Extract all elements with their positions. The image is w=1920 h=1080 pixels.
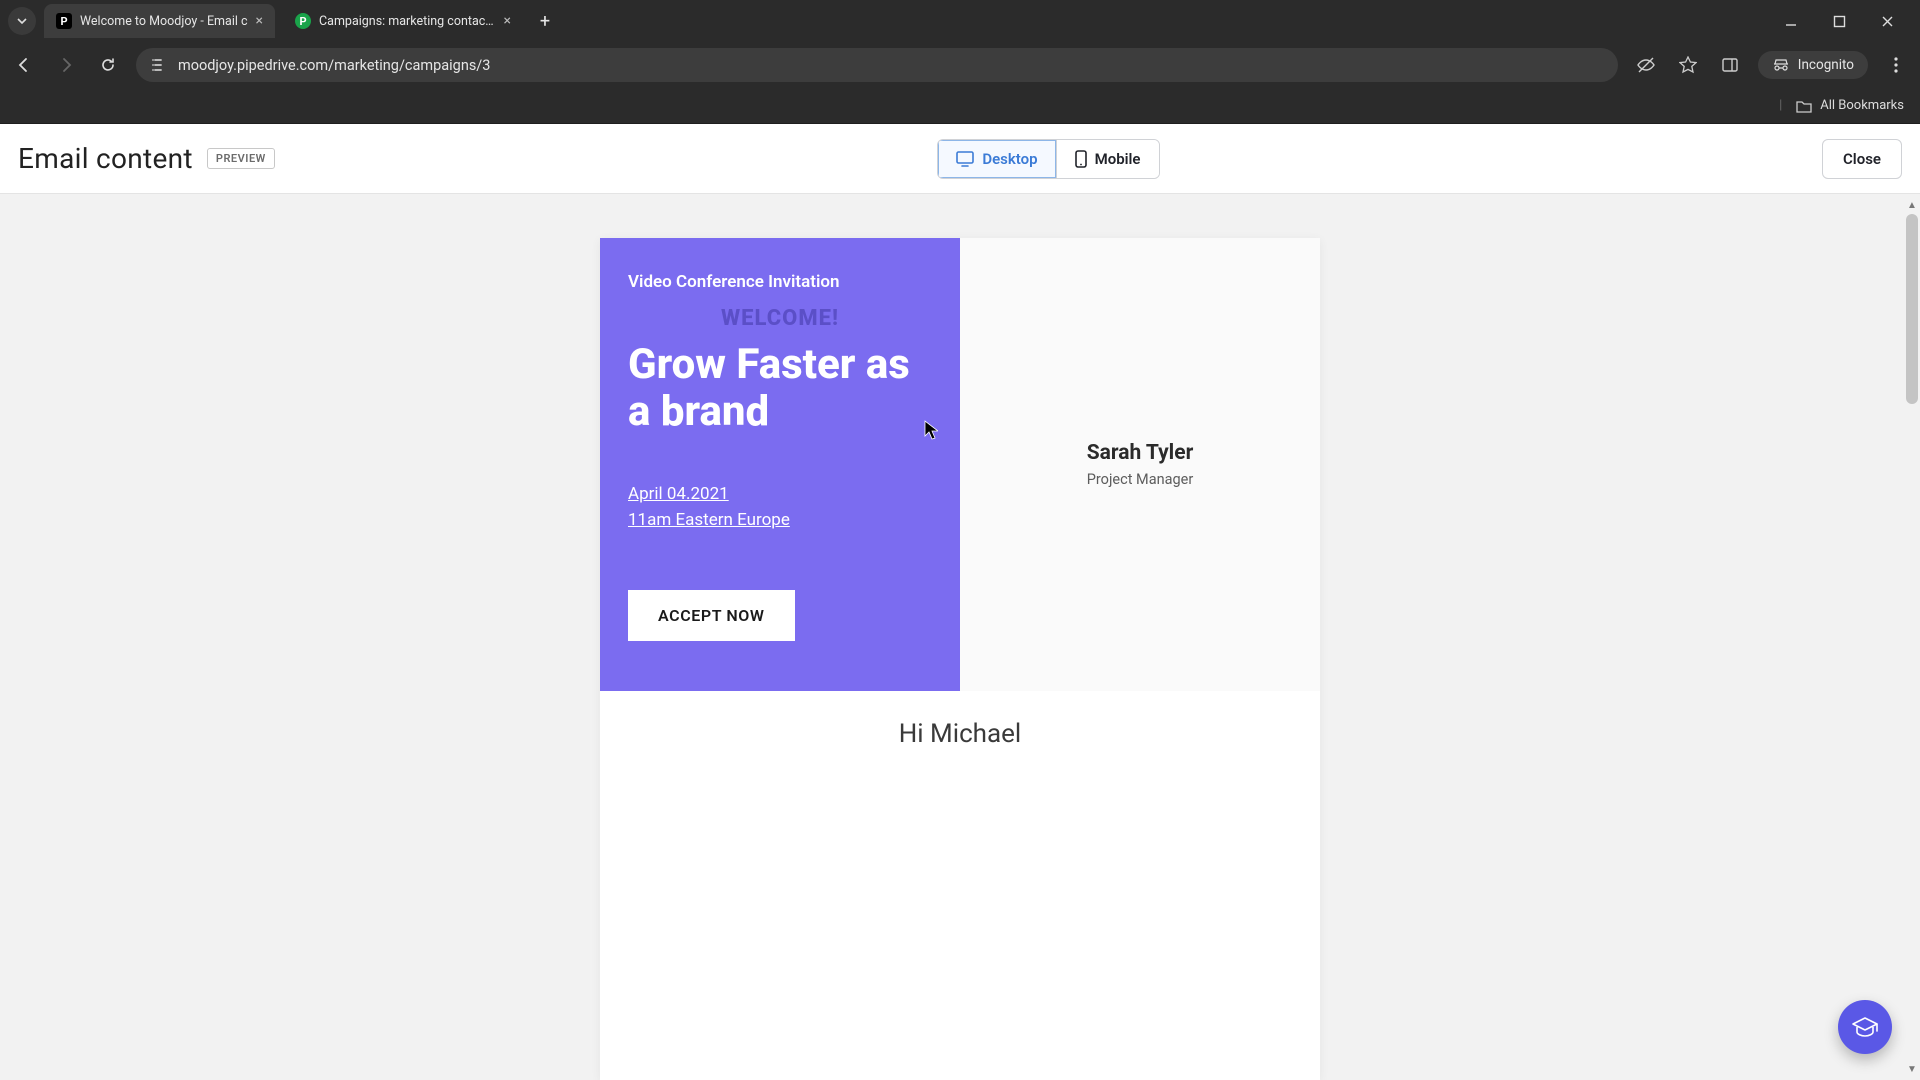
url-input[interactable]: moodjoy.pipedrive.com/marketing/campaign… xyxy=(136,48,1618,82)
hero-time: 11am Eastern Europe xyxy=(628,510,790,530)
eye-off-button[interactable] xyxy=(1632,51,1660,79)
nav-forward-button[interactable] xyxy=(52,51,80,79)
preview-area: Video Conference Invitation WELCOME! Gro… xyxy=(0,194,1920,1080)
nav-back-button[interactable] xyxy=(10,51,38,79)
window-minimize-button[interactable] xyxy=(1776,6,1806,36)
arrow-right-icon xyxy=(57,56,75,74)
browser-menu-button[interactable] xyxy=(1882,51,1910,79)
bookmark-separator: | xyxy=(1779,98,1782,113)
tab-title: Campaigns: marketing contacts xyxy=(319,14,496,29)
device-switcher: Desktop Mobile xyxy=(937,139,1159,179)
reload-icon xyxy=(99,56,117,74)
favicon-pipedrive-dark-icon: P xyxy=(56,13,72,29)
presenter-role: Project Manager xyxy=(1087,471,1193,488)
chevron-down-icon xyxy=(16,15,28,27)
device-mobile-button[interactable]: Mobile xyxy=(1057,140,1159,178)
url-text: moodjoy.pipedrive.com/marketing/campaign… xyxy=(178,57,490,74)
app-header: Email content PREVIEW Desktop Mobile Clo… xyxy=(0,124,1920,194)
window-maximize-button[interactable] xyxy=(1824,6,1854,36)
kebab-icon xyxy=(1894,57,1898,73)
star-icon xyxy=(1679,56,1697,74)
hero-headline: Grow Faster as a brand xyxy=(628,341,932,435)
side-panel-button[interactable] xyxy=(1716,51,1744,79)
email-hero: Video Conference Invitation WELCOME! Gro… xyxy=(600,238,1320,691)
window-close-button[interactable] xyxy=(1872,6,1902,36)
browser-chrome: P Welcome to Moodjoy - Email c × P Campa… xyxy=(0,0,1920,124)
address-bar-right: Incognito xyxy=(1632,51,1910,79)
browser-tab-active[interactable]: P Welcome to Moodjoy - Email c × xyxy=(44,4,275,38)
new-tab-button[interactable]: + xyxy=(531,7,559,35)
address-bar: moodjoy.pipedrive.com/marketing/campaign… xyxy=(0,42,1920,88)
scrollbar-track[interactable]: ▲ ▼ xyxy=(1904,194,1920,1080)
site-settings-icon xyxy=(150,57,166,73)
accept-now-button[interactable]: ACCEPT NOW xyxy=(628,590,795,641)
help-fab-button[interactable] xyxy=(1838,1000,1892,1054)
tab-search-button[interactable] xyxy=(8,7,36,35)
all-bookmarks-button[interactable]: All Bookmarks xyxy=(1796,98,1904,113)
incognito-icon xyxy=(1772,58,1790,72)
hero-right-panel: Sarah Tyler Project Manager xyxy=(960,238,1320,691)
monitor-icon xyxy=(956,151,974,167)
preview-badge: PREVIEW xyxy=(207,148,275,169)
browser-tab[interactable]: P Campaigns: marketing contacts × xyxy=(283,4,523,38)
email-body: Hi Michael xyxy=(600,691,1320,755)
email-greeting: Hi Michael xyxy=(636,719,1284,749)
window-controls xyxy=(1776,6,1912,36)
panel-icon xyxy=(1721,56,1739,74)
device-mobile-label: Mobile xyxy=(1095,150,1141,168)
device-desktop-label: Desktop xyxy=(982,150,1037,168)
tab-close-button[interactable]: × xyxy=(504,14,511,28)
scroll-up-arrow-icon[interactable]: ▲ xyxy=(1906,198,1918,212)
eye-off-icon xyxy=(1636,55,1656,75)
maximize-icon xyxy=(1833,15,1846,28)
email-card: Video Conference Invitation WELCOME! Gro… xyxy=(600,238,1320,1080)
incognito-label: Incognito xyxy=(1798,57,1854,73)
hero-left-panel: Video Conference Invitation WELCOME! Gro… xyxy=(600,238,960,691)
bookmark-bar: | All Bookmarks xyxy=(0,88,1920,124)
all-bookmarks-label: All Bookmarks xyxy=(1820,98,1904,113)
tab-title: Welcome to Moodjoy - Email c xyxy=(80,14,248,29)
close-icon xyxy=(1881,15,1894,28)
hero-datetime: April 04.2021 11am Eastern Europe xyxy=(628,481,932,534)
tab-strip: P Welcome to Moodjoy - Email c × P Campa… xyxy=(0,0,1920,42)
arrow-left-icon xyxy=(15,56,33,74)
scroll-down-arrow-icon[interactable]: ▼ xyxy=(1906,1062,1918,1076)
presenter-name: Sarah Tyler xyxy=(1087,441,1194,465)
hero-date: April 04.2021 xyxy=(628,484,729,504)
minimize-icon xyxy=(1784,14,1798,28)
tab-close-button[interactable]: × xyxy=(256,14,263,28)
incognito-indicator[interactable]: Incognito xyxy=(1758,51,1868,79)
nav-reload-button[interactable] xyxy=(94,51,122,79)
app-root: Email content PREVIEW Desktop Mobile Clo… xyxy=(0,124,1920,1080)
bookmark-star-button[interactable] xyxy=(1674,51,1702,79)
scrollbar-thumb[interactable] xyxy=(1906,214,1918,404)
close-preview-button[interactable]: Close xyxy=(1822,139,1902,179)
device-desktop-button[interactable]: Desktop xyxy=(938,140,1056,178)
page-title: Email content xyxy=(18,142,193,175)
hero-welcome: WELCOME! xyxy=(628,306,932,331)
graduation-cap-icon xyxy=(1851,1016,1879,1038)
folder-icon xyxy=(1796,99,1812,113)
page-title-wrap: Email content PREVIEW xyxy=(18,142,275,175)
mobile-icon xyxy=(1075,150,1087,168)
favicon-pipedrive-green-icon: P xyxy=(295,13,311,29)
hero-pretitle: Video Conference Invitation xyxy=(628,272,932,292)
